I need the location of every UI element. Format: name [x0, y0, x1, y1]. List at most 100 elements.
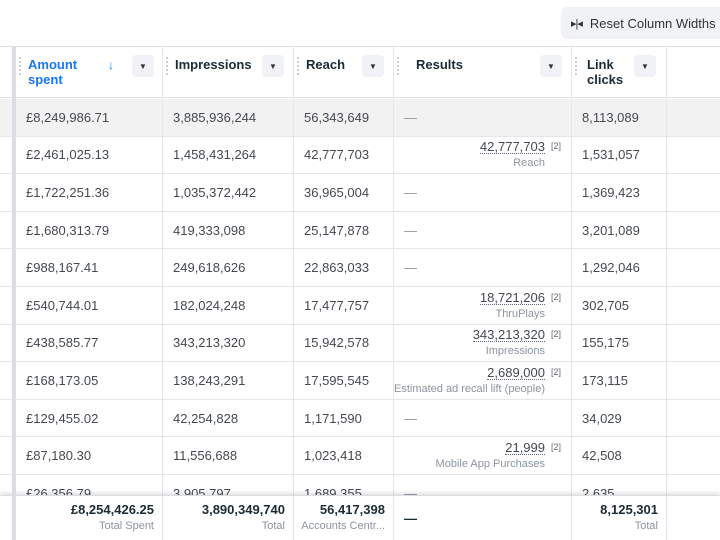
- cell-impressions: 138,243,291: [163, 362, 294, 399]
- column-resize-handle[interactable]: [19, 57, 21, 77]
- row-filler: [667, 437, 720, 474]
- column-label: Reach: [306, 57, 346, 72]
- results-value: 18,721,206 [2] ThruPlays: [394, 291, 571, 320]
- table-row[interactable]: £8,249,986.71 3,885,936,244 56,343,649 — 8,1…: [0, 99, 720, 137]
- total-label: Accounts Centr...: [301, 520, 385, 532]
- column-header-reach[interactable]: Reach ▼: [294, 47, 394, 97]
- cell-results: —: [394, 99, 572, 136]
- cell-amount-spent: £1,680,313.79: [16, 211, 163, 249]
- cell-impressions: 343,213,320: [163, 324, 294, 362]
- frozen-column-divider[interactable]: [12, 47, 16, 540]
- total-value: 8,125,301: [600, 502, 658, 517]
- footnote-marker[interactable]: [2]: [551, 292, 561, 302]
- column-menu-button[interactable]: ▼: [362, 55, 384, 77]
- cell-amount-spent: £129,455.02: [16, 399, 163, 437]
- column-resize-handle[interactable]: [397, 57, 399, 77]
- table-row[interactable]: £1,680,313.79 419,333,098 25,147,878 — 3,201…: [0, 211, 720, 250]
- results-number[interactable]: 2,689,000: [487, 366, 545, 380]
- empty-value: —: [404, 184, 417, 200]
- cell-reach: 36,965,004: [294, 174, 394, 211]
- column-menu-button[interactable]: ▼: [132, 55, 154, 77]
- table-row[interactable]: £1,722,251.36 1,035,372,442 36,965,004 — 1,3…: [0, 174, 720, 212]
- footnote-marker[interactable]: [2]: [551, 329, 561, 339]
- total-amount-spent: £8,254,426.25 Total Spent: [16, 496, 163, 540]
- table-row[interactable]: £2,461,025.13 1,458,431,264 42,777,703 42,7…: [0, 136, 720, 175]
- row-filler: [667, 137, 720, 174]
- results-number[interactable]: 343,213,320: [472, 328, 545, 343]
- results-value: 21,999 [2] Mobile App Purchases: [394, 441, 571, 470]
- cell-results: 2,689,000 [2] Estimated ad recall lift (pe…: [394, 362, 572, 399]
- cell-link-clicks: 1,369,423: [572, 174, 667, 211]
- empty-value: —: [404, 410, 417, 426]
- cell-impressions: 182,024,248: [163, 287, 294, 324]
- column-resize-handle[interactable]: [297, 57, 299, 77]
- cell-amount-spent: £2,461,025.13: [16, 136, 163, 174]
- total-impressions: 3,890,349,740 Total: [163, 496, 294, 540]
- cell-link-clicks: 42,508: [572, 437, 667, 474]
- table-row[interactable]: £87,180.30 11,556,688 1,023,418 21,999 [2] Mo…: [0, 437, 720, 475]
- cell-reach: 17,595,545: [294, 362, 394, 399]
- total-value: —: [404, 511, 417, 526]
- table-row[interactable]: £540,744.01 182,024,248 17,477,757 18,721,2…: [0, 287, 720, 325]
- total-value: £8,254,426.25: [70, 502, 154, 517]
- cell-reach: 25,147,878: [294, 211, 394, 249]
- total-label: Total Spent: [98, 520, 154, 532]
- column-label: Amount spent: [28, 57, 78, 87]
- cell-amount-spent: £168,173.05: [16, 362, 163, 399]
- cell-impressions: 1,458,431,264: [163, 136, 294, 174]
- table-row[interactable]: £129,455.02 42,254,828 1,171,590 — 34,029: [0, 399, 720, 438]
- cell-link-clicks: 1,531,057: [572, 136, 667, 174]
- table-row[interactable]: £438,585.77 343,213,320 15,942,578 343,213,…: [0, 324, 720, 363]
- reset-column-widths-button[interactable]: ▸|◂ Reset Column Widths: [561, 7, 720, 39]
- cell-results: 18,721,206 [2] ThruPlays: [394, 287, 572, 324]
- column-label: Impressions: [175, 57, 252, 72]
- column-menu-button[interactable]: ▼: [262, 55, 284, 77]
- footnote-marker[interactable]: [2]: [551, 141, 561, 151]
- table-row[interactable]: £988,167.41 249,618,626 22,863,033 — 1,292,0…: [0, 249, 720, 287]
- cell-link-clicks: 155,175: [572, 324, 667, 362]
- total-reach: 56,417,398 Accounts Centr...: [294, 496, 394, 540]
- total-label: Total: [634, 520, 658, 532]
- cell-link-clicks: 34,029: [572, 399, 667, 437]
- resize-columns-icon: ▸|◂: [571, 17, 583, 30]
- totals-filler: [667, 496, 720, 540]
- sort-descending-icon[interactable]: ↓: [108, 58, 114, 73]
- cell-reach: 1,171,590: [294, 399, 394, 437]
- column-header-results[interactable]: Results ▼: [394, 47, 572, 97]
- results-number[interactable]: 18,721,206: [479, 291, 545, 305]
- cell-impressions: 42,254,828: [163, 399, 294, 437]
- results-type: Impressions: [485, 345, 545, 358]
- cell-amount-spent: £988,167.41: [16, 249, 163, 286]
- cell-results: —: [394, 211, 572, 249]
- results-number[interactable]: 42,777,703: [479, 140, 545, 155]
- cell-reach: 42,777,703: [294, 136, 394, 174]
- column-header-impressions[interactable]: Impressions ▼: [163, 47, 294, 97]
- results-type: ThruPlays: [495, 307, 545, 320]
- row-filler: [667, 212, 720, 249]
- cell-impressions: 419,333,098: [163, 211, 294, 249]
- total-link-clicks: 8,125,301 Total: [572, 496, 667, 540]
- cell-link-clicks: 8,113,089: [572, 99, 667, 136]
- table-row[interactable]: £168,173.05 138,243,291 17,595,545 2,689,00…: [0, 362, 720, 400]
- header-filler: [667, 47, 720, 97]
- results-number[interactable]: 21,999: [505, 441, 545, 456]
- row-filler: [667, 287, 720, 324]
- footnote-marker[interactable]: [2]: [551, 442, 561, 452]
- cell-impressions: 249,618,626: [163, 249, 294, 286]
- cell-impressions: 11,556,688: [163, 437, 294, 474]
- row-filler: [667, 362, 720, 399]
- column-header-link-clicks[interactable]: Link clicks ▼: [572, 47, 667, 97]
- column-resize-handle[interactable]: [575, 57, 577, 77]
- row-filler: [667, 400, 720, 437]
- reset-column-widths-label: Reset Column Widths: [589, 15, 716, 31]
- column-menu-button[interactable]: ▼: [540, 55, 562, 77]
- cell-amount-spent: £8,249,986.71: [16, 99, 163, 136]
- cell-reach: 22,863,033: [294, 249, 394, 286]
- total-value: 3,890,349,740: [201, 502, 285, 517]
- cell-reach: 15,942,578: [294, 324, 394, 362]
- cell-results: —: [394, 174, 572, 211]
- footnote-marker[interactable]: [2]: [551, 367, 561, 377]
- column-header-amount-spent[interactable]: Amount spent ↓ ▼: [16, 47, 163, 97]
- column-menu-button[interactable]: ▼: [634, 55, 656, 77]
- column-resize-handle[interactable]: [166, 57, 168, 77]
